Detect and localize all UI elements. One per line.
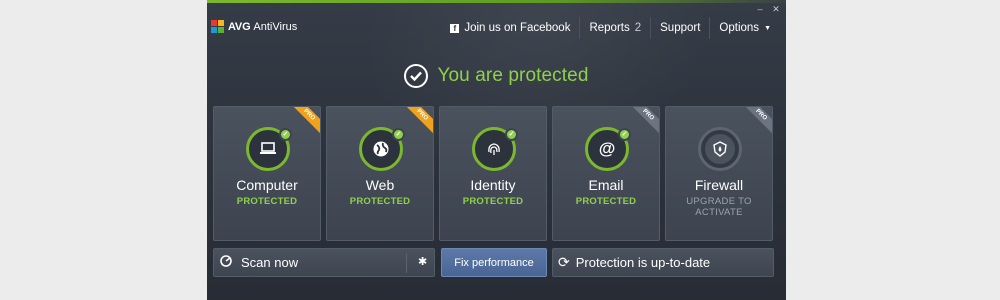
facebook-icon: f [450,23,460,33]
tile-name: Web [365,177,395,193]
fix-label: Fix performance [454,256,534,269]
minimize-icon[interactable]: – [754,4,766,14]
options-menu[interactable]: Options ▼ [709,17,780,39]
protection-title: You are protected [437,65,589,86]
check-badge-icon: ✓ [392,128,405,141]
facebook-label: Join us on Facebook [464,22,571,34]
refresh-icon: ⟳ [558,254,570,270]
fix-performance-button[interactable]: Fix performance [441,248,547,277]
protection-status: You are protected [207,64,786,88]
product-name: AntiVirus [253,21,298,33]
tile-status: PROTECTED [462,196,524,207]
update-label: Protection is up-to-date [575,255,711,270]
avg-logo-icon [211,20,225,34]
radar-icon [220,255,232,270]
tile-firewall[interactable]: PRO Firewall UPGRADE TO ACTIVATE [665,106,773,241]
tile-name: Computer [236,177,298,193]
accent-line [207,0,786,3]
tile-name: Email [588,177,624,193]
app-logo: AVG AntiVirus [211,20,297,34]
gear-icon[interactable]: ✱ [418,255,427,268]
brand-name: AVG [228,21,251,33]
reports-link[interactable]: Reports 2 [579,17,650,39]
check-badge-icon: ✓ [505,128,518,141]
check-badge-icon: ✓ [279,128,292,141]
tile-status: PROTECTED [575,196,637,207]
tile-identity[interactable]: ✓ Identity PROTECTED [439,106,547,241]
top-navigation: f Join us on Facebook Reports 2 Support … [441,17,780,39]
protection-update-status[interactable]: ⟳ Protection is up-to-date [552,248,774,277]
tile-computer[interactable]: PRO ✓ Computer PROTECTED [213,106,321,241]
pro-ribbon: PRO [401,107,433,136]
tile-name: Firewall [694,177,744,193]
tile-name: Identity [470,177,516,193]
app-window: – ✕ AVG AntiVirus f Join us on Facebook … [207,0,786,300]
check-badge-icon: ✓ [618,128,631,141]
flame-shield-icon [698,127,742,171]
support-label: Support [660,22,701,34]
tile-email[interactable]: PRO @ ✓ Email PROTECTED [552,106,660,241]
reports-label: Reports [589,22,630,34]
scan-now-button[interactable]: Scan now ✱ [213,248,435,277]
support-link[interactable]: Support [650,17,709,39]
close-icon[interactable]: ✕ [770,4,782,14]
tile-status: PROTECTED [349,196,411,207]
tile-status: PROTECTED [236,196,298,207]
pro-ribbon: PRO [288,107,320,136]
pro-ribbon: PRO [627,107,659,136]
reports-count-badge: 2 [634,22,642,34]
tile-status: UPGRADE TO ACTIVATE [686,196,752,218]
options-label: Options [719,22,760,34]
chevron-down-icon: ▼ [764,24,771,32]
scan-label: Scan now [241,255,299,270]
checkmark-circle-icon [404,64,429,88]
pro-ribbon: PRO [740,107,772,136]
tile-web[interactable]: PRO ✓ Web PROTECTED [326,106,434,241]
facebook-link[interactable]: f Join us on Facebook [441,17,579,39]
